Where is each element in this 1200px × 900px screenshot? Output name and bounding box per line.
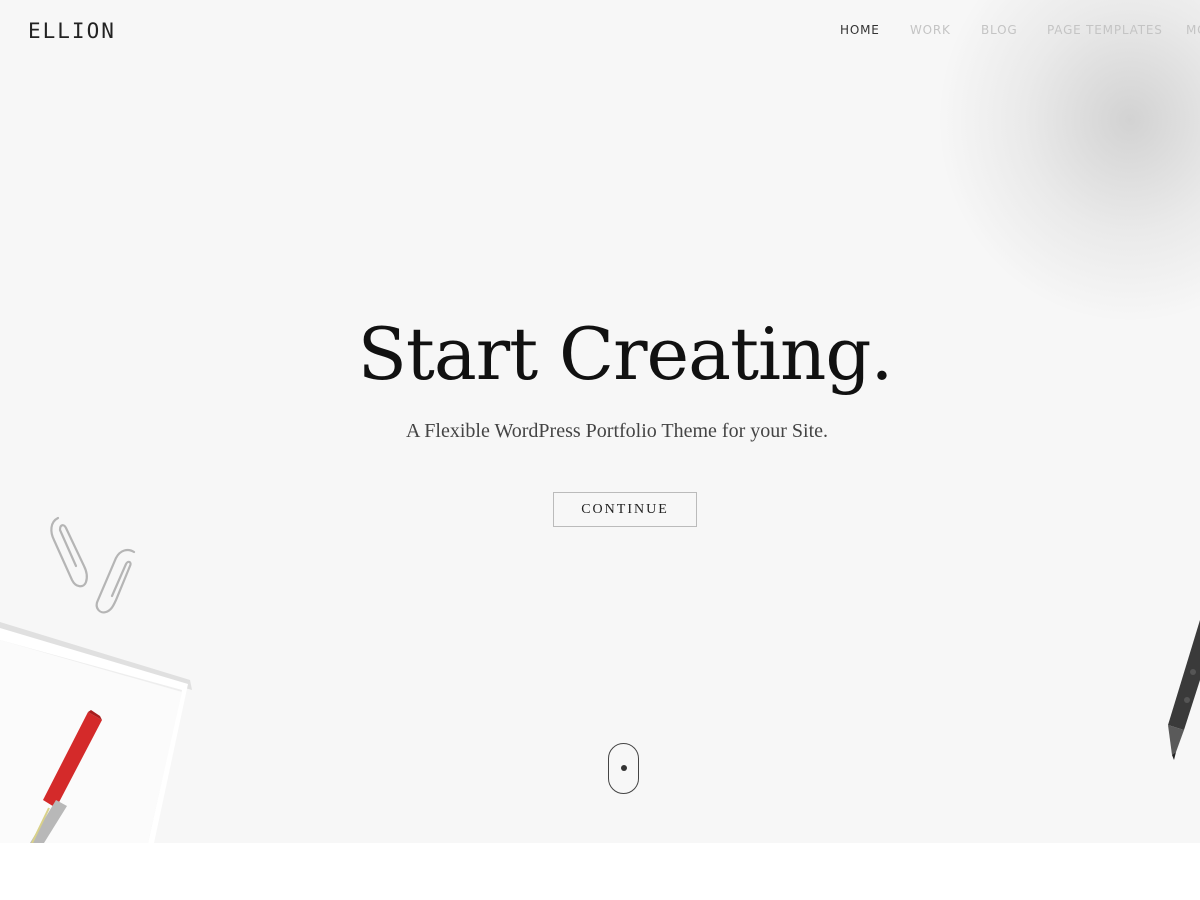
scroll-dot (621, 765, 627, 771)
nav-item-more[interactable]: MO (1186, 23, 1200, 37)
nav-item-page-templates[interactable]: PAGE TEMPLATES (1047, 23, 1163, 37)
paper-sheet (0, 622, 192, 843)
hero-subheadline: A Flexible WordPress Portfolio Theme for… (405, 420, 829, 442)
nav-item-work[interactable]: WORK (910, 23, 951, 37)
continue-button[interactable]: CONTINUE (553, 492, 697, 527)
mouse-scroll-icon[interactable] (608, 743, 639, 794)
pen-icon (1168, 620, 1200, 760)
nav-item-home[interactable]: HOME (840, 23, 880, 37)
hero-section: ELLION HOME WORK BLOG PAGE TEMPLATES MO … (0, 0, 1200, 843)
hero-headline: Start Creating. (357, 312, 894, 396)
content-area (0, 843, 1200, 900)
paperclip-icon (50, 516, 136, 614)
nav-item-blog[interactable]: BLOG (981, 23, 1017, 37)
main-navigation: HOME WORK BLOG PAGE TEMPLATES MO (0, 23, 1200, 43)
